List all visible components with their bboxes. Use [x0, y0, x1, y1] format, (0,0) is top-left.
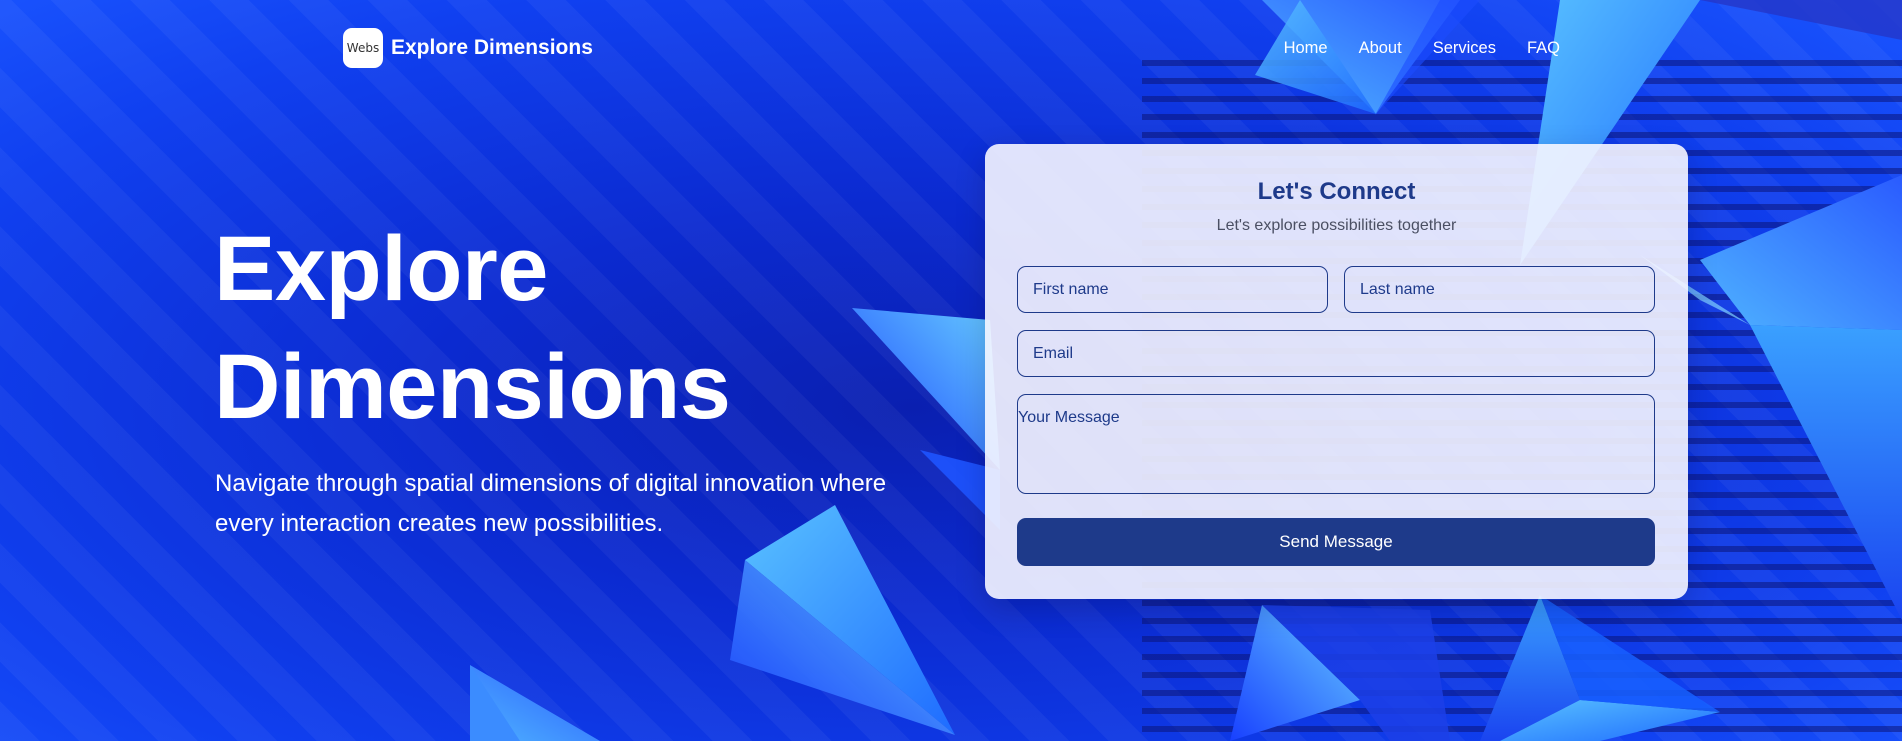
hero-title-line-2: Dimensions: [214, 336, 731, 438]
last-name-input[interactable]: Last name: [1344, 266, 1655, 313]
contact-subtitle: Let's explore possibilities together: [1216, 217, 1457, 234]
hero-title: Explore Dimensions: [214, 210, 731, 446]
message-textarea[interactable]: Your Message: [1017, 394, 1655, 494]
brand-name[interactable]: Explore Dimensions: [391, 36, 593, 60]
contact-card: Let's Connect Let's explore possibilitie…: [985, 144, 1688, 599]
send-message-button[interactable]: Send Message: [1017, 518, 1655, 566]
hero-subtitle-line-1: Navigate through spatial dimensions of d…: [215, 470, 887, 497]
logo-image[interactable]: Webs: [343, 28, 383, 68]
hero-title-line-1: Explore: [214, 218, 548, 320]
brand[interactable]: Webs Explore Dimensions: [343, 28, 593, 68]
first-name-input[interactable]: First name: [1017, 266, 1328, 313]
nav-link-services[interactable]: Services: [1433, 39, 1496, 58]
contact-title: Let's Connect: [1257, 178, 1416, 205]
shape-right-1: [1700, 175, 1902, 330]
nav-link-faq[interactable]: FAQ: [1527, 39, 1560, 58]
top-navigation: Webs Explore Dimensions Home About Servi…: [343, 27, 1563, 69]
nav-link-home[interactable]: Home: [1284, 39, 1328, 58]
email-input[interactable]: Email: [1017, 330, 1655, 377]
hero-subtitle-line-2: every interaction creates new possibilit…: [215, 510, 664, 537]
shape-right-2: [1750, 325, 1902, 620]
hero-subtitle: Navigate through spatial dimensions of d…: [215, 464, 935, 544]
email-placeholder: Email: [1033, 344, 1074, 362]
shape-top-right-2: [1700, 0, 1902, 40]
nav-menu: Home About Services FAQ: [1284, 39, 1560, 58]
shape-mid-1: [852, 308, 1000, 470]
last-name-placeholder: Last name: [1360, 280, 1435, 298]
logo-alt-text: Webs: [346, 41, 380, 55]
message-placeholder: Your Message: [1018, 409, 1120, 426]
first-name-placeholder: First name: [1033, 280, 1109, 298]
nav-link-about[interactable]: About: [1359, 39, 1402, 58]
